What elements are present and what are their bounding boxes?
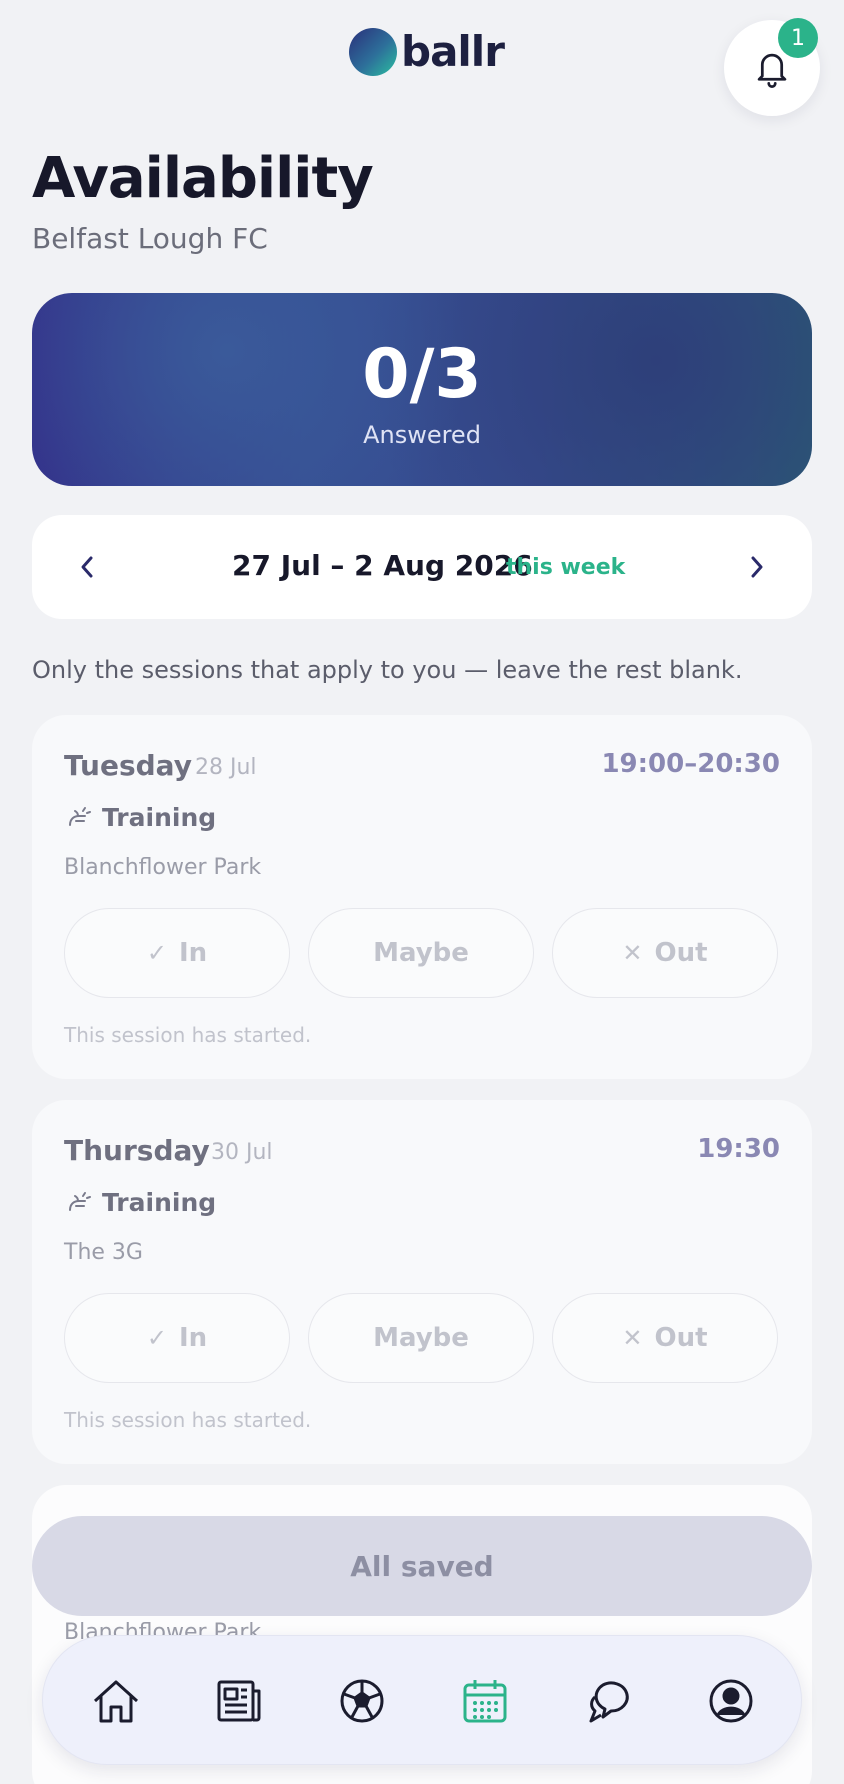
out-label: Out: [654, 1323, 708, 1353]
team-name: Belfast Lough FC: [32, 222, 268, 255]
logo-mark-icon: [349, 28, 397, 76]
check-icon: ✓: [146, 1324, 167, 1352]
maybe-label: Maybe: [373, 1323, 469, 1353]
profile-icon: [709, 1679, 753, 1723]
session-time: 19:30: [697, 1134, 780, 1164]
maybe-label: Maybe: [373, 938, 469, 968]
nav-profile[interactable]: [704, 1674, 758, 1728]
nav-chat[interactable]: [581, 1674, 635, 1728]
maybe-button[interactable]: Maybe: [308, 1293, 534, 1383]
training-icon: [69, 1191, 91, 1211]
out-button[interactable]: ✕ Out: [552, 1293, 778, 1383]
session-type-label: Training: [102, 1188, 217, 1217]
next-week-button[interactable]: [736, 547, 776, 587]
close-icon: ✕: [622, 939, 643, 967]
nav-news[interactable]: [212, 1674, 266, 1728]
session-day: Tuesday: [64, 749, 192, 782]
nav-calendar[interactable]: [458, 1674, 512, 1728]
session-type: Training: [64, 803, 216, 832]
session-card: Tuesday 28 Jul 19:00–20:30 Training Blan…: [32, 715, 812, 1079]
maybe-button[interactable]: Maybe: [308, 908, 534, 998]
chevron-left-icon: [81, 556, 93, 578]
instructions-text: Only the sessions that apply to you — le…: [32, 656, 743, 684]
session-type: Training: [64, 1188, 216, 1217]
check-icon: ✓: [146, 939, 167, 967]
training-icon: [69, 806, 91, 826]
week-range: 27 Jul – 2 Aug 2026: [232, 549, 533, 582]
session-time: 19:00–20:30: [601, 749, 780, 779]
bottom-navigation: [42, 1635, 802, 1765]
session-date: 30 Jul: [211, 1140, 273, 1165]
session-venue: The 3G: [64, 1240, 143, 1265]
home-icon: [93, 1680, 139, 1723]
session-status-note: This session has started.: [64, 1408, 312, 1432]
app-header: ballr 1: [0, 0, 844, 116]
close-icon: ✕: [622, 1324, 643, 1352]
answered-summary-card: 0/3 Answered: [32, 293, 812, 486]
in-label: In: [178, 938, 208, 968]
answered-label: Answered: [363, 421, 481, 449]
brand-name: ballr: [401, 27, 505, 76]
news-icon: [217, 1680, 261, 1722]
notification-badge: 1: [778, 18, 818, 58]
football-icon: [340, 1679, 384, 1723]
session-card: Thursday 30 Jul 19:30 Training The 3G ✓ …: [32, 1100, 812, 1464]
session-date: 28 Jul: [195, 755, 257, 780]
session-status-note: This session has started.: [64, 1023, 312, 1047]
out-label: Out: [654, 938, 708, 968]
in-label: In: [178, 1323, 208, 1353]
in-button[interactable]: ✓ In: [64, 908, 290, 998]
this-week-tag: this week: [506, 555, 626, 580]
session-type-label: Training: [102, 803, 217, 832]
in-button[interactable]: ✓ In: [64, 1293, 290, 1383]
ballr-logo: ballr: [349, 27, 505, 76]
answered-count: 0/3: [362, 335, 482, 414]
nav-matches[interactable]: [335, 1674, 389, 1728]
chat-icon: [589, 1681, 629, 1723]
chevron-right-icon: [751, 556, 763, 578]
page-title: Availability: [32, 146, 374, 211]
calendar-icon: [463, 1680, 507, 1723]
session-venue: Blanchflower Park: [64, 855, 262, 880]
out-button[interactable]: ✕ Out: [552, 908, 778, 998]
session-day: Thursday: [64, 1134, 210, 1167]
nav-home[interactable]: [89, 1674, 143, 1728]
save-status-button[interactable]: All saved: [32, 1516, 812, 1616]
previous-week-button[interactable]: [68, 547, 108, 587]
week-navigator: 27 Jul – 2 Aug 2026 this week: [32, 515, 812, 619]
